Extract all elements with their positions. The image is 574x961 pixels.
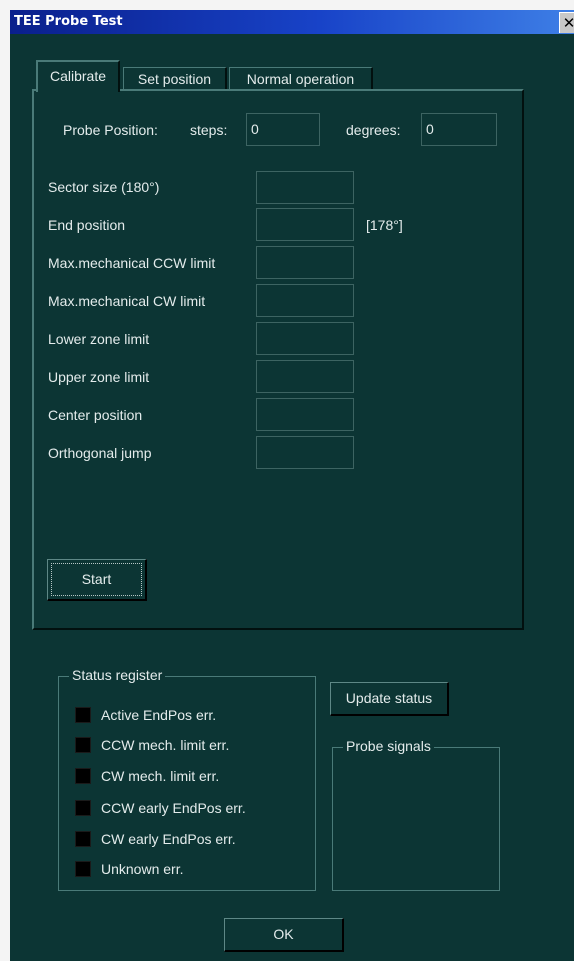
lower-zone-limit-field[interactable] (256, 322, 354, 355)
unknown-err-indicator (75, 861, 91, 877)
lower-zone-limit-label: Lower zone limit (48, 331, 150, 347)
sector-size-field[interactable] (256, 171, 354, 204)
probe-position-label: Probe Position: (63, 122, 158, 138)
tee-probe-test-window: TEE Probe Test ✕ Calibrate Set position … (10, 10, 574, 961)
window-title: TEE Probe Test (14, 14, 123, 29)
tab-set-position[interactable]: Set position (123, 67, 227, 91)
orthogonal-jump-field[interactable] (256, 436, 354, 469)
cw-limit-label: Max.mechanical CW limit (48, 293, 206, 309)
status-register-title: Status register (69, 667, 166, 683)
ccw-early-endpos-err-label: CCW early EndPos err. (101, 800, 246, 816)
upper-zone-limit-label: Upper zone limit (48, 369, 150, 385)
start-button-label: Start (51, 563, 142, 596)
tab-calibrate[interactable]: Calibrate (36, 60, 120, 92)
center-position-label: Center position (48, 407, 143, 423)
cw-limit-field[interactable] (256, 284, 354, 317)
upper-zone-limit-field[interactable] (256, 360, 354, 393)
tab-calibrate-label: Calibrate (49, 68, 107, 84)
ccw-mech-limit-err-indicator (75, 737, 91, 753)
ccw-mech-limit-err-label: CCW mech. limit err. (101, 737, 230, 753)
steps-field[interactable]: 0 (246, 113, 320, 146)
end-position-label: End position (48, 217, 126, 233)
close-button[interactable]: ✕ (559, 12, 574, 33)
start-button[interactable]: Start (47, 559, 147, 601)
cw-early-endpos-err-indicator (75, 831, 91, 847)
close-icon: ✕ (562, 14, 574, 32)
tab-set-position-label: Set position (137, 71, 212, 87)
tab-normal-operation[interactable]: Normal operation (229, 67, 373, 91)
probe-signals-group: Probe signals (332, 738, 500, 891)
cw-early-endpos-err-label: CW early EndPos err. (101, 831, 236, 847)
sector-size-label: Sector size (180°) (48, 179, 160, 195)
end-position-field[interactable] (256, 208, 354, 241)
degrees-label: degrees: (346, 122, 401, 138)
cw-mech-limit-err-indicator (75, 768, 91, 784)
ccw-early-endpos-err-indicator (75, 800, 91, 816)
active-endpos-err-indicator (75, 707, 91, 723)
end-position-note: [178°] (366, 217, 403, 233)
orthogonal-jump-label: Orthogonal jump (48, 445, 152, 461)
ccw-limit-field[interactable] (256, 246, 354, 279)
update-status-button[interactable]: Update status (330, 682, 449, 716)
active-endpos-err-label: Active EndPos err. (101, 707, 217, 723)
steps-label: steps: (190, 122, 228, 138)
cw-mech-limit-err-label: CW mech. limit err. (101, 768, 220, 784)
probe-signals-title: Probe signals (343, 738, 434, 754)
ok-button[interactable]: OK (224, 918, 344, 952)
center-position-field[interactable] (256, 398, 354, 431)
degrees-field[interactable]: 0 (421, 113, 497, 146)
unknown-err-label: Unknown err. (101, 861, 184, 877)
tab-normal-operation-label: Normal operation (246, 71, 355, 87)
title-bar[interactable]: TEE Probe Test ✕ (10, 10, 574, 34)
ccw-limit-label: Max.mechanical CCW limit (48, 255, 216, 271)
